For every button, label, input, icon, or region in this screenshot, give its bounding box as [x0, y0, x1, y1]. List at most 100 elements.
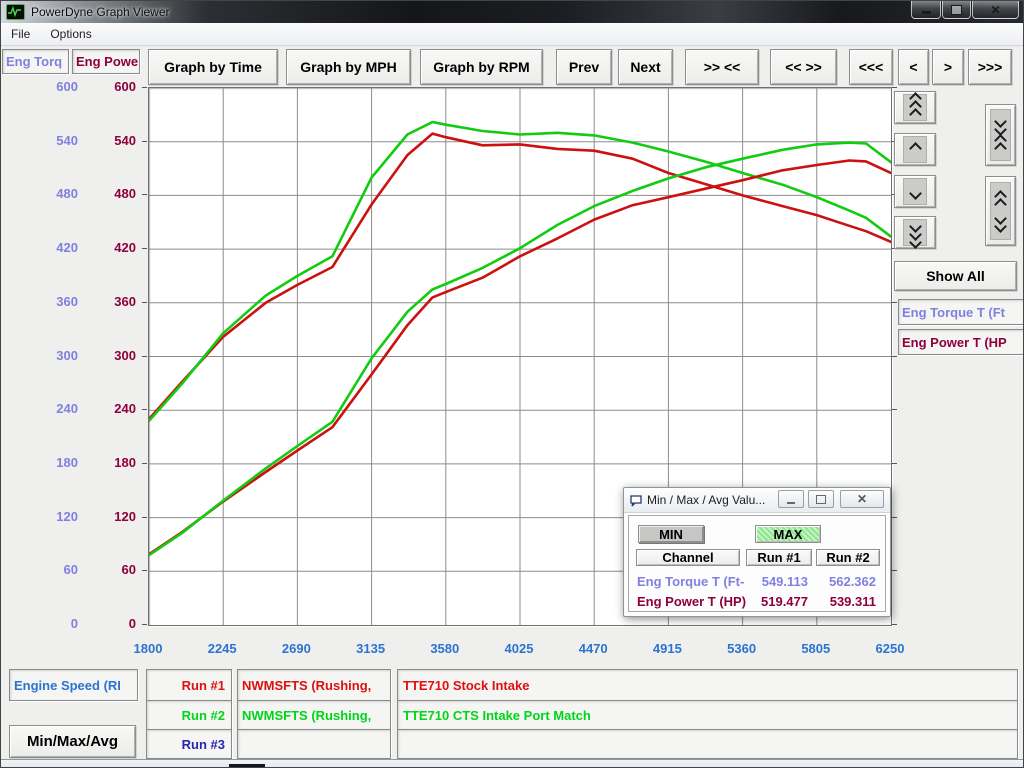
- y-tick-mark: [892, 302, 897, 303]
- x-tick-label: 4915: [637, 641, 697, 657]
- y-tick-label-torque: 0: [28, 616, 78, 631]
- run-file-box: NWMSFTS (Rushing,: [237, 669, 391, 701]
- zoom-in-x-button[interactable]: >> <<: [685, 49, 759, 85]
- y-tick-mark: [892, 409, 897, 410]
- dialog-body: MIN MAX Channel Run #1 Run #2 Eng Torque…: [628, 515, 886, 612]
- y-tick-label-power: 540: [86, 133, 136, 148]
- min-toggle-button[interactable]: MIN: [638, 525, 704, 543]
- run-file-box: NWMSFTS (Rushing,: [237, 700, 391, 730]
- y-tick-label-torque: 600: [28, 79, 78, 94]
- y-tick-label-torque: 240: [28, 401, 78, 416]
- dialog-close-icon: ✕: [857, 492, 867, 506]
- scroll-far-right-button[interactable]: >>>: [968, 49, 1012, 85]
- graph-by-mph-button[interactable]: Graph by MPH: [286, 49, 411, 85]
- tab-eng-torque[interactable]: Eng Torq: [2, 49, 69, 74]
- x-axis-channel-box[interactable]: Engine Speed (RI: [9, 669, 138, 701]
- x-tick-label: 3580: [415, 641, 475, 657]
- power-run2-max: 539.311: [816, 594, 876, 609]
- power-run1-max: 519.477: [746, 594, 808, 609]
- y-tick-label-power: 300: [86, 348, 136, 363]
- dialog-title-bar[interactable]: Min / Max / Avg Valu... ✕: [624, 488, 890, 513]
- dialog-minimize-button[interactable]: [778, 490, 804, 508]
- torque-row-label: Eng Torque T (Ft-: [637, 574, 744, 589]
- run-label-box: Run #2: [146, 700, 232, 730]
- power-channel-box[interactable]: Eng Power T (HP: [898, 329, 1024, 355]
- run-file-box: [237, 729, 391, 759]
- y-range-collapse-button[interactable]: [985, 104, 1016, 166]
- y-tick-mark: [142, 356, 147, 357]
- torque-run1-max: 549.113: [746, 574, 808, 589]
- y-tick-mark: [142, 302, 147, 303]
- menu-options[interactable]: Options: [40, 25, 101, 43]
- y-scale-up-button[interactable]: [894, 133, 936, 166]
- y-tick-mark: [142, 141, 147, 142]
- y-tick-mark: [892, 517, 897, 518]
- y-tick-label-power: 60: [86, 562, 136, 577]
- close-icon: ✕: [990, 4, 1000, 16]
- tab-eng-power[interactable]: Eng Powe: [72, 49, 140, 74]
- run-comment-box: TTE710 Stock Intake: [397, 669, 1018, 701]
- y-tick-label-torque: 360: [28, 294, 78, 309]
- chevron-down-icon: [903, 178, 927, 205]
- show-all-button[interactable]: Show All: [894, 261, 1017, 291]
- run-label-box: Run #3: [146, 729, 232, 759]
- chevrons-diverge-icon: [990, 182, 1011, 240]
- taskbar-fragment: [229, 764, 265, 768]
- next-button[interactable]: Next: [618, 49, 673, 85]
- y-tick-label-power: 600: [86, 79, 136, 94]
- y-tick-label-power: 360: [86, 294, 136, 309]
- y-tick-mark: [892, 87, 897, 88]
- y-tick-label-power: 0: [86, 616, 136, 631]
- y-tick-mark: [142, 570, 147, 571]
- title-bar[interactable]: PowerDyne Graph Viewer ✕: [1, 1, 1024, 23]
- scroll-left-button[interactable]: <: [898, 49, 929, 85]
- y-range-expand-button[interactable]: [985, 176, 1016, 246]
- scroll-far-left-button[interactable]: <<<: [849, 49, 893, 85]
- scroll-right-button[interactable]: >: [932, 49, 964, 85]
- max-toggle-button[interactable]: MAX: [755, 525, 821, 543]
- minimize-button[interactable]: [911, 1, 941, 19]
- y-scale-down-button[interactable]: [894, 175, 936, 208]
- y-tick-mark: [892, 356, 897, 357]
- run-label-box: Run #1: [146, 669, 232, 701]
- y-tick-mark: [892, 570, 897, 571]
- minimize-icon: [922, 11, 931, 14]
- torque-channel-box[interactable]: Eng Torque T (Ft: [898, 299, 1024, 325]
- y-tick-label-torque: 300: [28, 348, 78, 363]
- graph-by-rpm-button[interactable]: Graph by RPM: [420, 49, 543, 85]
- run2-column-header[interactable]: Run #2: [816, 549, 880, 566]
- dialog-maximize-button[interactable]: [808, 490, 834, 508]
- graph-by-time-button[interactable]: Graph by Time: [148, 49, 278, 85]
- x-tick-label: 6250: [860, 641, 920, 657]
- y-scale-up-fast-button[interactable]: [894, 91, 936, 124]
- y-tick-label-power: 180: [86, 455, 136, 470]
- close-button[interactable]: ✕: [972, 1, 1019, 19]
- y-tick-label-torque: 180: [28, 455, 78, 470]
- prev-button[interactable]: Prev: [556, 49, 612, 85]
- torque-run2-max: 562.362: [816, 574, 876, 589]
- x-tick-label: 3135: [341, 641, 401, 657]
- y-tick-mark: [892, 463, 897, 464]
- zoom-out-x-button[interactable]: << >>: [770, 49, 837, 85]
- x-tick-label: 2245: [192, 641, 252, 657]
- y-tick-mark: [142, 87, 147, 88]
- min-max-avg-button[interactable]: Min/Max/Avg: [9, 725, 136, 758]
- y-scale-down-fast-button[interactable]: [894, 216, 936, 249]
- triple-chevron-down-icon: [903, 219, 927, 246]
- menu-bar: File Options: [1, 23, 1024, 46]
- maximize-button[interactable]: [942, 1, 971, 19]
- y-tick-label-torque: 420: [28, 240, 78, 255]
- y-tick-mark: [142, 409, 147, 410]
- y-tick-mark: [142, 517, 147, 518]
- menu-file[interactable]: File: [1, 25, 40, 43]
- window-title: PowerDyne Graph Viewer: [31, 5, 170, 19]
- dialog-close-button[interactable]: ✕: [840, 490, 884, 508]
- maximize-icon: [951, 5, 962, 15]
- dialog-maximize-icon: [816, 495, 826, 504]
- chevron-up-icon: [903, 136, 927, 163]
- run1-column-header[interactable]: Run #1: [746, 549, 812, 566]
- x-tick-label: 5805: [786, 641, 846, 657]
- y-tick-mark: [142, 194, 147, 195]
- triple-chevron-up-icon: [903, 94, 927, 121]
- channel-column-header[interactable]: Channel: [636, 549, 740, 566]
